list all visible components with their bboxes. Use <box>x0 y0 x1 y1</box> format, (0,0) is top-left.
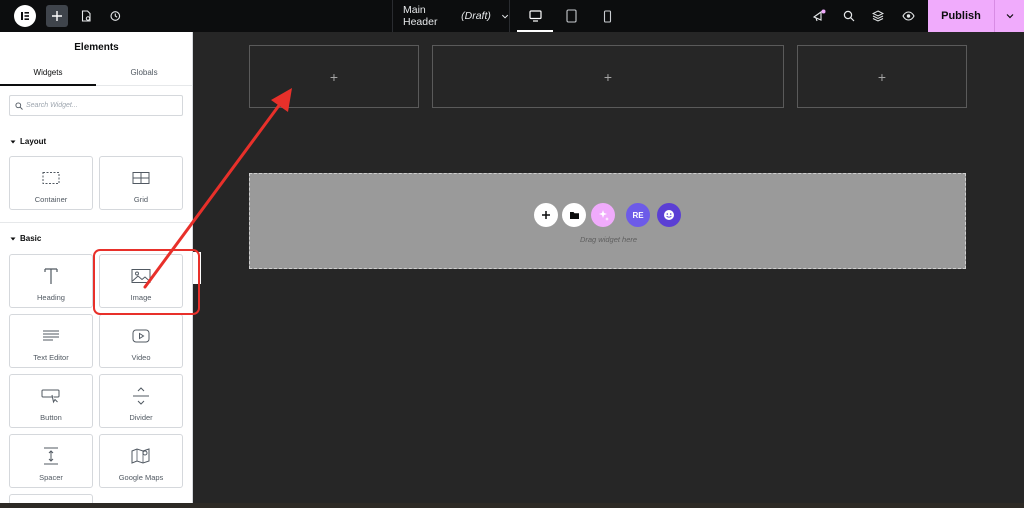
widget-label: Button <box>40 413 62 422</box>
widget-label: Heading <box>37 293 65 302</box>
add-section-icon[interactable] <box>534 203 558 227</box>
desktop-icon <box>528 10 542 22</box>
add-icon <box>52 11 62 21</box>
re-addon-label: RE <box>632 210 644 220</box>
header-column-center[interactable]: + <box>432 45 784 108</box>
document-title-dropdown[interactable]: Main Header (Draft) <box>392 0 510 32</box>
search-icon <box>843 10 855 22</box>
widget-grid[interactable]: Grid <box>99 156 183 210</box>
heading-icon <box>43 265 59 287</box>
container-icon <box>42 167 60 189</box>
tab-widgets[interactable]: Widgets <box>0 62 96 86</box>
structure-icon <box>872 10 884 22</box>
publish-button[interactable]: Publish <box>928 0 994 32</box>
search-icon <box>15 101 23 110</box>
structure-button[interactable] <box>867 5 889 27</box>
ai-icon[interactable] <box>591 203 615 227</box>
section-title: Layout <box>20 137 47 146</box>
section-layout-header[interactable]: Layout <box>10 137 46 146</box>
widget-divider[interactable]: Divider <box>99 374 183 428</box>
video-icon <box>132 325 150 347</box>
desktop-view-button[interactable] <box>517 0 553 32</box>
search-placeholder: Search Widget... <box>26 102 78 109</box>
add-widget-icon[interactable]: + <box>330 69 338 85</box>
widget-button[interactable]: Button <box>9 374 93 428</box>
google-maps-icon <box>131 445 151 467</box>
add-element-button[interactable] <box>46 5 68 27</box>
text-editor-icon <box>42 325 60 347</box>
page-settings-icon <box>81 10 91 22</box>
widget-container[interactable]: Container <box>9 156 93 210</box>
elementor-logo-icon[interactable] <box>14 5 36 27</box>
spacer-icon <box>42 445 60 467</box>
search-button[interactable] <box>838 5 860 27</box>
grid-icon <box>132 167 150 189</box>
caret-down-icon <box>10 140 16 143</box>
preview-icon <box>901 11 915 21</box>
widget-text-editor[interactable]: Text Editor <box>9 314 93 368</box>
widget-label: Video <box>131 353 151 362</box>
history-icon <box>110 11 121 21</box>
divider-icon <box>132 385 150 407</box>
top-bar: Main Header (Draft) Publish <box>0 0 1024 32</box>
document-status: (Draft) <box>461 10 491 22</box>
mobile-view-button[interactable] <box>589 0 625 32</box>
bottom-strip <box>0 503 1024 508</box>
widget-label: Divider <box>129 413 153 422</box>
panel-tabs: Widgets Globals <box>0 62 192 86</box>
drop-zone-hint: Drag widget here <box>579 235 638 244</box>
widget-spacer[interactable]: Spacer <box>9 434 93 488</box>
tab-globals[interactable]: Globals <box>96 62 192 86</box>
section-title: Basic <box>20 234 42 243</box>
template-library-icon[interactable] <box>562 203 586 227</box>
widget-label: Google Maps <box>118 473 164 482</box>
header-column-left[interactable]: + <box>249 45 419 108</box>
add-widget-icon[interactable]: + <box>604 69 612 85</box>
widget-google-maps[interactable]: Google Maps <box>99 434 183 488</box>
widget-video[interactable]: Video <box>99 314 183 368</box>
panel-title: Elements <box>74 42 119 53</box>
tablet-view-button[interactable] <box>553 0 589 32</box>
preview-button[interactable] <box>897 5 919 27</box>
tablet-icon <box>565 9 577 23</box>
caret-down-icon <box>10 237 16 240</box>
widget-heading[interactable]: Heading <box>9 254 93 308</box>
mobile-icon <box>603 9 611 23</box>
button-icon <box>41 385 61 407</box>
document-title: Main Header <box>403 4 438 28</box>
editor-canvas: + + + RE Drag widget here <box>193 32 1024 508</box>
chevron-down-icon <box>1006 14 1013 19</box>
re-addon-icon[interactable]: RE <box>626 203 650 227</box>
drop-zone[interactable]: RE Drag widget here <box>249 173 966 269</box>
widget-label: Grid <box>133 195 149 204</box>
annotation-highlight-box <box>93 249 200 315</box>
widget-label: Text Editor <box>33 353 69 362</box>
announcements-icon <box>812 9 826 22</box>
smiley-addon-icon[interactable] <box>657 203 681 227</box>
widget-label: Container <box>34 195 68 204</box>
announcements-button[interactable] <box>808 5 830 27</box>
history-button[interactable] <box>104 5 126 27</box>
search-widget-input[interactable]: Search Widget... <box>9 95 183 116</box>
chevron-down-icon <box>501 14 508 19</box>
section-divider <box>0 222 192 223</box>
publish-options-button[interactable] <box>994 0 1024 32</box>
widget-label: Spacer <box>39 473 63 482</box>
section-basic-header[interactable]: Basic <box>10 234 41 243</box>
page-settings-button[interactable] <box>75 5 97 27</box>
header-column-right[interactable]: + <box>797 45 967 108</box>
add-widget-icon[interactable]: + <box>878 69 886 85</box>
